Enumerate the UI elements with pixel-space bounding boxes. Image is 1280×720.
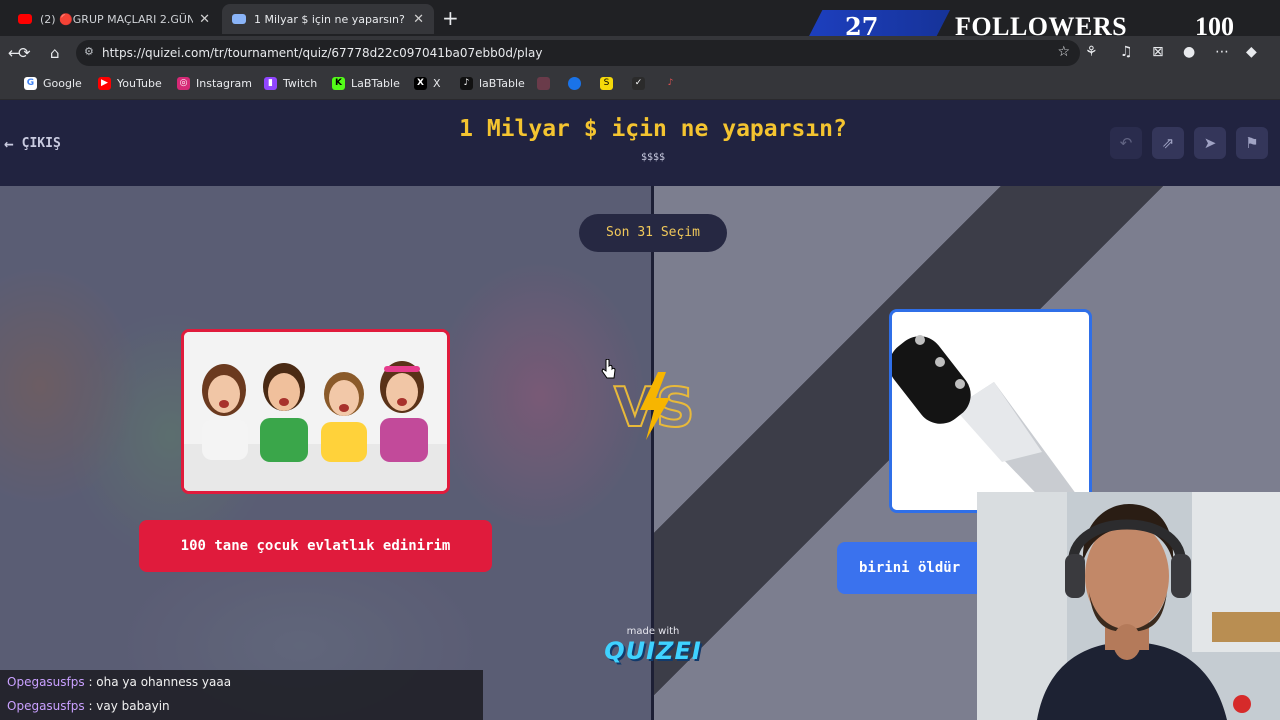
extensions-icon[interactable]: ⚘ <box>1085 44 1098 60</box>
x-icon: X <box>414 77 427 90</box>
close-tab-icon[interactable]: ✕ <box>199 12 210 27</box>
chat-message: Opegasusfps : vay babayin <box>7 699 170 713</box>
reload-icon[interactable]: ⟳ <box>18 44 31 62</box>
bookmark-app-icon[interactable] <box>537 77 550 90</box>
bookmark-star-icon[interactable]: ☆ <box>1057 44 1070 60</box>
chat-username: Opegasusfps <box>7 675 85 689</box>
send-button[interactable]: ➤ <box>1194 127 1226 159</box>
bookmark-instagram[interactable]: ◎ Instagram <box>177 77 252 90</box>
bookmark-label: X <box>433 77 441 90</box>
streamer-camera <box>977 492 1280 720</box>
webcam-feed <box>977 492 1280 720</box>
quiz-stage: Son 31 Seçim 100 tane çocuk evlatlık edi… <box>0 186 1280 720</box>
youtube-icon: ▶ <box>98 77 111 90</box>
lightning-icon: VS <box>613 372 696 440</box>
chat-message: Opegasusfps : oha ya ohanness yaaa <box>7 675 231 689</box>
bookmark-c-icon[interactable] <box>568 77 581 90</box>
bookmark-misc-icon[interactable]: ♪ <box>664 77 677 90</box>
children-photo <box>184 332 447 491</box>
report-flag-button[interactable]: ⚑ <box>1236 127 1268 159</box>
media-icon[interactable]: ♫ <box>1120 44 1133 60</box>
close-tab-icon[interactable]: ✕ <box>413 12 424 27</box>
tiktok-icon: ♪ <box>460 77 473 90</box>
url-text[interactable]: https://quizei.com/tr/tournament/quiz/67… <box>102 46 542 60</box>
tab-title: (2) 🔴GRUP MAÇLARI 2.GÜN I Go <box>40 12 194 26</box>
bookmark-label: Google <box>43 77 82 90</box>
versus-emblem: VS <box>606 366 702 446</box>
left-choice-button[interactable]: 100 tane çocuk evlatlık edinirim <box>139 520 492 572</box>
bookmark-label: Twitch <box>283 77 318 90</box>
instagram-icon: ◎ <box>177 77 190 90</box>
new-tab-button[interactable]: + <box>442 8 459 28</box>
bookmark-check-icon[interactable]: ✓ <box>632 77 645 90</box>
site-info-icon[interactable]: ⚙ <box>84 45 94 58</box>
bookmark-youtube[interactable]: ▶ YouTube <box>98 77 162 90</box>
profile-avatar-icon[interactable]: ● <box>1183 44 1195 60</box>
made-with-quizei[interactable]: made with QUIZEI <box>600 626 706 665</box>
bookmark-s-icon[interactable]: S <box>600 77 613 90</box>
knife-photo <box>892 312 1089 510</box>
tab-quizei[interactable]: 1 Milyar $ için ne yaparsın? - Tier L ✕ <box>222 4 434 34</box>
quizei-favicon-icon <box>232 14 246 24</box>
bookmark-label: LaBTable <box>351 77 400 90</box>
mouse-cursor-icon <box>601 359 616 379</box>
bookmark-labtable-tiktok[interactable]: ♪ laBTable <box>460 77 525 90</box>
menu-dots-icon[interactable]: ⋯ <box>1215 44 1229 60</box>
bookmark-label: YouTube <box>117 77 162 90</box>
chat-username: Opegasusfps <box>7 699 85 713</box>
youtube-icon <box>18 14 32 24</box>
made-with-label: made with <box>626 626 680 637</box>
tab-title: 1 Milyar $ için ne yaparsın? - Tier L <box>254 12 407 26</box>
chat-text: : vay babayin <box>88 699 170 713</box>
twitch-icon: ▮ <box>264 77 277 90</box>
url-field[interactable]: ⚙ https://quizei.com/tr/tournament/quiz/… <box>76 40 1080 66</box>
screenshot-icon[interactable]: ⊠ <box>1152 44 1164 60</box>
right-choice-image[interactable] <box>889 309 1092 513</box>
bookmark-label: laBTable <box>479 77 525 90</box>
quiz-title: 1 Milyar $ için ne yaparsın? <box>459 116 847 142</box>
left-choice-image[interactable] <box>181 329 450 494</box>
undo-button[interactable]: ↶ <box>1110 127 1142 159</box>
copilot-icon[interactable]: ◆ <box>1246 44 1257 60</box>
share-external-button[interactable]: ⇗ <box>1152 127 1184 159</box>
quizei-logo: QUIZEI <box>604 637 702 665</box>
bookmark-twitch[interactable]: ▮ Twitch <box>264 77 317 90</box>
bookmark-label: Instagram <box>196 77 252 90</box>
chat-text: : oha ya ohanness yaaa <box>88 675 232 689</box>
tab-youtube-stream[interactable]: (2) 🔴GRUP MAÇLARI 2.GÜN I Go ✕ <box>8 4 220 34</box>
quiz-header: ← ÇIKIŞ 1 Milyar $ için ne yaparsın? $$$… <box>0 100 1280 186</box>
google-icon: G <box>24 77 37 90</box>
stream-chat-overlay: Opegasusfps : oha ya ohanness yaaa Opega… <box>0 670 483 720</box>
home-icon[interactable]: ⌂ <box>50 44 60 62</box>
bookmark-labtable-kick[interactable]: K LaBTable <box>332 77 400 90</box>
bookmark-google[interactable]: G Google <box>24 77 82 90</box>
round-indicator: Son 31 Seçim <box>579 214 727 252</box>
quiz-subtitle: $$$$ <box>640 152 666 163</box>
kick-icon: K <box>332 77 345 90</box>
address-bar-row: ← ⟳ ⌂ ⚙ https://quizei.com/tr/tournament… <box>0 36 1280 70</box>
bookmark-x[interactable]: X X <box>414 77 441 90</box>
